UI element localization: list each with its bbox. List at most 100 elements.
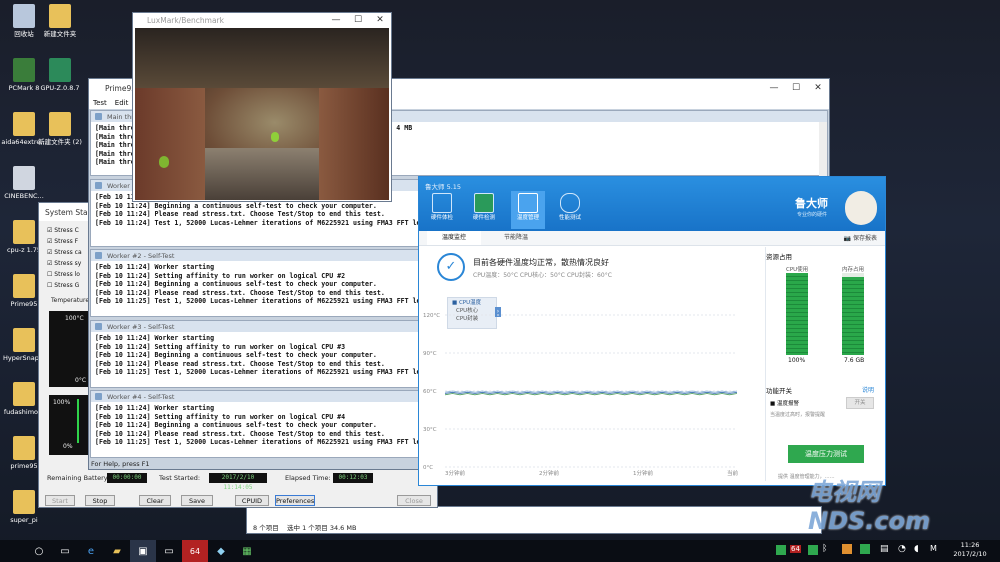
tray-orange-icon[interactable] [842,544,852,554]
stress-check-system[interactable]: ☑ Stress sy [47,260,87,271]
task-view-icon[interactable]: ▭ [52,540,78,562]
cpuid-button[interactable]: CPUID [235,495,269,506]
stress-check-gpu[interactable]: ☐ Stress G [47,282,87,293]
temp-alarm-desc: 当温度过高时，报警提醒 [770,412,826,418]
volume-icon[interactable]: ◖ [914,544,919,554]
stress-check-cache[interactable]: ☑ Stress ca [47,249,87,260]
minimize-icon[interactable]: — [325,15,347,25]
preferences-button[interactable]: Preferences [275,495,315,506]
mem-usage-value: 7.6 GB [844,357,865,364]
clock-time: 11:26 [960,541,980,549]
tool-hardware-check[interactable]: 硬件体检 [427,193,457,221]
start-button[interactable]: Start [45,495,75,506]
explorer-window: 8 个项目 选中 1 个项目 34.6 MB [246,506,822,534]
taskbar-window-icon[interactable]: ▭ [156,540,182,562]
ludashi-header: 鲁大师 5.15 硬件体检 硬件检测 温度管理 性能测试 鲁大师 专业你的硬件 [419,177,885,231]
cpu-usage-label: CPU使用 [786,267,809,273]
ludashi-brand: 鲁大师 [795,197,828,210]
close-icon[interactable]: ✕ [807,83,829,93]
cpu-usage-line [77,399,79,443]
temperature-chart: 120°C 90°C 60°C 30°C 0°C 3分钟前 2分钟前 1分钟前 当前 [423,313,739,477]
start-icon[interactable]: ○ [26,540,52,562]
monitor-icon [432,193,452,213]
watermark-logo: 电视网 NDS.com [808,478,931,535]
legend-cpu-temp: ■ CPU温度 [452,300,482,306]
ludashi-tabbar: 温度监控 节能降温 📷 保存报表 [419,231,885,246]
aida64-taskbar-icon[interactable]: 64 [182,540,208,562]
maximize-icon[interactable]: ☐ [785,83,807,93]
taskbar-app3-icon[interactable]: ▦ [234,540,260,562]
function-switch-title: 功能开关 [766,387,792,395]
test-started-value: 2017/2/10 11:14:05 [209,473,267,491]
tray-green-icon[interactable] [808,545,818,555]
maximize-icon[interactable]: ☐ [347,15,369,25]
tool-hardware-detect[interactable]: 硬件检测 [469,193,499,221]
folder-icon[interactable]: 新建文件夹 [36,4,84,38]
wifi-icon[interactable]: ◔ [898,544,906,554]
close-button[interactable]: Close [397,495,431,506]
render-object [159,156,169,168]
cinebench-icon[interactable]: CINEBENC... [0,166,48,200]
x-tick-label: 1分钟前 [633,469,653,477]
minimize-icon[interactable]: — [763,83,785,93]
tool-performance-test[interactable]: 性能测试 [555,193,585,221]
y-tick-label: 0°C [423,465,433,471]
stress-test-button[interactable]: 温度压力测试 [788,445,864,463]
render-object [271,132,279,142]
x-tick-label: 当前 [727,469,739,477]
clock[interactable]: 11:26 2017/2/10 [950,541,990,559]
stress-check-fpu[interactable]: ☑ Stress F [47,238,87,249]
folder-icon[interactable]: 新建文件夹 (2) [36,112,84,146]
ludashi-title: 鲁大师 5.15 [425,183,462,191]
save-button[interactable]: Save [181,495,213,506]
temp-alarm-toggle[interactable]: 开关 [846,397,874,409]
mem-usage-bar [842,273,864,355]
save-report-link[interactable]: 📷 保存报表 [844,233,877,242]
remaining-battery-label: Remaining Battery: [47,474,110,482]
tray-green2-icon[interactable] [860,544,870,554]
tray-ludashi-icon[interactable] [776,545,786,555]
luxmark-window: LuxMark/Benchmark — ☐ ✕ [132,12,392,202]
temperature-graph: 100°C 0°C [49,311,93,387]
luxmark-titlebar[interactable]: LuxMark/Benchmark — ☐ ✕ [133,13,391,27]
x-tick-label: 2分钟前 [539,469,559,477]
taskbar-app-icon[interactable]: ▣ [130,540,156,562]
tab-energy-saving[interactable]: 节能降温 [489,231,543,245]
stress-check-local[interactable]: ☐ Stress lo [47,271,87,282]
worker-3-log: [Feb 10 11:24] Worker starting [Feb 10 1… [95,334,457,377]
tray-aida64-icon[interactable]: 64 [790,545,801,553]
taskbar-app2-icon[interactable]: ◆ [208,540,234,562]
network-icon[interactable]: ▤ [880,544,889,554]
stress-check-cpu[interactable]: ☑ Stress C [47,227,87,238]
function-help-link[interactable]: 说明 [862,385,874,394]
y-tick-label: 60°C [423,389,437,395]
cpu-usage-fill [786,273,808,355]
ludashi-brand-sub: 专业你的硬件 [797,212,828,218]
edge-icon[interactable]: e [78,540,104,562]
worker-4-log: [Feb 10 11:24] Worker starting [Feb 10 1… [95,404,457,447]
ime-icon[interactable]: M [930,544,937,553]
clear-button[interactable]: Clear [139,495,171,506]
tab-temperature-monitor[interactable]: 温度监控 [427,231,481,245]
render-right-wall [319,88,389,200]
load-min-label: 0% [63,443,73,450]
close-icon[interactable]: ✕ [369,15,391,25]
stop-button[interactable]: Stop [85,495,115,506]
thermometer-chart-icon [518,193,538,213]
tool-temperature-manage[interactable]: 温度管理 [511,191,545,229]
file-explorer-icon[interactable]: ▰ [104,540,130,562]
worker-2-log: [Feb 10 11:24] Worker starting [Feb 10 1… [95,263,457,306]
luxmark-render-viewport [135,28,389,200]
load-max-label: 100% [53,399,71,406]
menu-edit[interactable]: Edit [115,99,129,107]
gpuz-icon[interactable]: GPU-Z.0.8.7 [36,58,84,92]
y-tick-label: 90°C [423,351,437,357]
render-left-wall [135,88,205,200]
render-ceiling [135,28,389,88]
ludashi-window: 鲁大师 5.15 硬件体检 硬件检测 温度管理 性能测试 鲁大师 专业你的硬件 … [418,176,886,486]
temp-min-label: 0°C [75,377,87,384]
remaining-battery-value: 00:00:00 [107,473,147,483]
menu-test[interactable]: Test [93,99,107,107]
bluetooth-icon[interactable]: ᛒ [822,544,827,554]
main-thread-scrollbar[interactable] [819,122,827,176]
